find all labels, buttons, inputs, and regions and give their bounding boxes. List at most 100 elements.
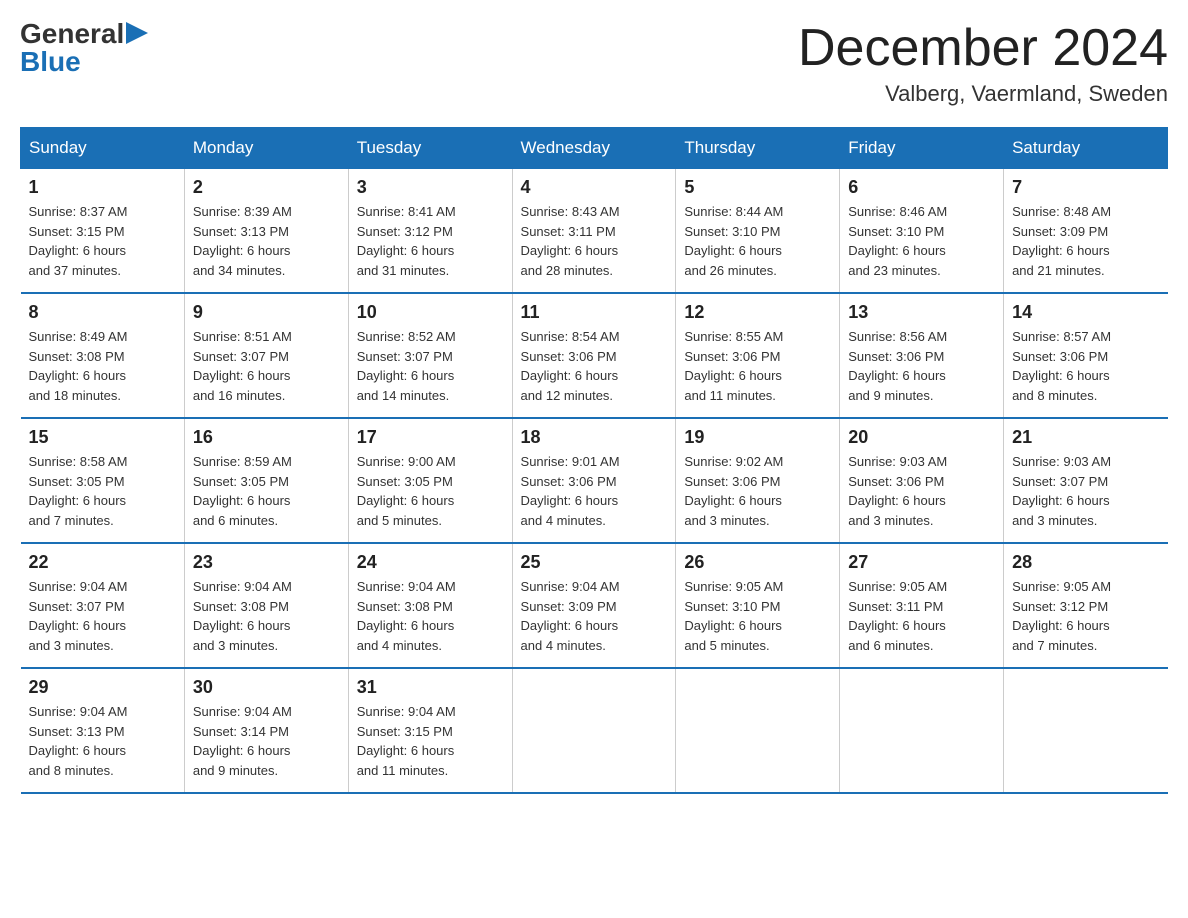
day-number: 23 (193, 552, 340, 573)
day-info: Sunrise: 8:44 AMSunset: 3:10 PMDaylight:… (684, 202, 831, 280)
calendar-week-row: 8 Sunrise: 8:49 AMSunset: 3:08 PMDaylight… (21, 293, 1168, 418)
calendar-table: Sunday Monday Tuesday Wednesday Thursday… (20, 127, 1168, 794)
day-number: 21 (1012, 427, 1159, 448)
table-row: 23 Sunrise: 9:04 AMSunset: 3:08 PMDayligh… (184, 543, 348, 668)
page-header: General Blue December 2024 Valberg, Vaer… (20, 20, 1168, 107)
day-info: Sunrise: 8:37 AMSunset: 3:15 PMDaylight:… (29, 202, 176, 280)
table-row: 19 Sunrise: 9:02 AMSunset: 3:06 PMDayligh… (676, 418, 840, 543)
day-number: 2 (193, 177, 340, 198)
table-row: 13Sunrise: 8:56 AMSunset: 3:06 PMDayligh… (840, 293, 1004, 418)
day-info: Sunrise: 9:00 AMSunset: 3:05 PMDaylight:… (357, 452, 504, 530)
day-info: Sunrise: 9:05 AMSunset: 3:10 PMDaylight:… (684, 577, 831, 655)
table-row: 14 Sunrise: 8:57 AMSunset: 3:06 PMDayligh… (1004, 293, 1168, 418)
table-row: 15 Sunrise: 8:58 AMSunset: 3:05 PMDayligh… (21, 418, 185, 543)
logo-blue-text: Blue (20, 48, 81, 76)
table-row: 21 Sunrise: 9:03 AMSunset: 3:07 PMDayligh… (1004, 418, 1168, 543)
table-row: 11Sunrise: 8:54 AMSunset: 3:06 PMDayligh… (512, 293, 676, 418)
table-row: 25 Sunrise: 9:04 AMSunset: 3:09 PMDayligh… (512, 543, 676, 668)
day-number: 4 (521, 177, 668, 198)
day-info: Sunrise: 8:49 AMSunset: 3:08 PMDaylight:… (29, 327, 176, 405)
day-info: Sunrise: 8:43 AMSunset: 3:11 PMDaylight:… (521, 202, 668, 280)
table-row: 31Sunrise: 9:04 AMSunset: 3:15 PMDayligh… (348, 668, 512, 793)
day-number: 28 (1012, 552, 1159, 573)
table-row: 26 Sunrise: 9:05 AMSunset: 3:10 PMDayligh… (676, 543, 840, 668)
day-number: 10 (357, 302, 504, 323)
day-info: Sunrise: 8:59 AMSunset: 3:05 PMDaylight:… (193, 452, 340, 530)
day-number: 11 (521, 302, 668, 323)
table-row (840, 668, 1004, 793)
col-thursday: Thursday (676, 128, 840, 169)
day-info: Sunrise: 8:39 AMSunset: 3:13 PMDaylight:… (193, 202, 340, 280)
day-number: 8 (29, 302, 176, 323)
day-number: 20 (848, 427, 995, 448)
calendar-week-row: 15 Sunrise: 8:58 AMSunset: 3:05 PMDayligh… (21, 418, 1168, 543)
col-wednesday: Wednesday (512, 128, 676, 169)
logo-triangle-icon (126, 22, 148, 44)
calendar-week-row: 1 Sunrise: 8:37 AMSunset: 3:15 PMDaylight… (21, 169, 1168, 294)
day-info: Sunrise: 9:03 AMSunset: 3:07 PMDaylight:… (1012, 452, 1159, 530)
table-row: 30 Sunrise: 9:04 AMSunset: 3:14 PMDayligh… (184, 668, 348, 793)
col-friday: Friday (840, 128, 1004, 169)
day-number: 25 (521, 552, 668, 573)
day-info: Sunrise: 9:04 AMSunset: 3:08 PMDaylight:… (193, 577, 340, 655)
day-number: 29 (29, 677, 176, 698)
table-row: 24 Sunrise: 9:04 AMSunset: 3:08 PMDayligh… (348, 543, 512, 668)
day-info: Sunrise: 9:04 AMSunset: 3:13 PMDaylight:… (29, 702, 176, 780)
day-number: 26 (684, 552, 831, 573)
day-info: Sunrise: 9:03 AMSunset: 3:06 PMDaylight:… (848, 452, 995, 530)
day-number: 18 (521, 427, 668, 448)
day-info: Sunrise: 9:01 AMSunset: 3:06 PMDaylight:… (521, 452, 668, 530)
day-info: Sunrise: 9:04 AMSunset: 3:14 PMDaylight:… (193, 702, 340, 780)
table-row: 22Sunrise: 9:04 AMSunset: 3:07 PMDayligh… (21, 543, 185, 668)
day-number: 6 (848, 177, 995, 198)
location-subtitle: Valberg, Vaermland, Sweden (798, 81, 1168, 107)
month-title: December 2024 (798, 20, 1168, 77)
day-info: Sunrise: 8:48 AMSunset: 3:09 PMDaylight:… (1012, 202, 1159, 280)
table-row: 28 Sunrise: 9:05 AMSunset: 3:12 PMDayligh… (1004, 543, 1168, 668)
table-row: 27Sunrise: 9:05 AMSunset: 3:11 PMDayligh… (840, 543, 1004, 668)
table-row: 10 Sunrise: 8:52 AMSunset: 3:07 PMDayligh… (348, 293, 512, 418)
day-number: 5 (684, 177, 831, 198)
day-number: 1 (29, 177, 176, 198)
calendar-header-row: Sunday Monday Tuesday Wednesday Thursday… (21, 128, 1168, 169)
table-row: 3Sunrise: 8:41 AMSunset: 3:12 PMDaylight… (348, 169, 512, 294)
day-info: Sunrise: 8:58 AMSunset: 3:05 PMDaylight:… (29, 452, 176, 530)
day-number: 31 (357, 677, 504, 698)
day-info: Sunrise: 8:57 AMSunset: 3:06 PMDaylight:… (1012, 327, 1159, 405)
table-row: 17 Sunrise: 9:00 AMSunset: 3:05 PMDayligh… (348, 418, 512, 543)
day-number: 12 (684, 302, 831, 323)
day-info: Sunrise: 9:04 AMSunset: 3:09 PMDaylight:… (521, 577, 668, 655)
table-row: 7 Sunrise: 8:48 AMSunset: 3:09 PMDaylight… (1004, 169, 1168, 294)
calendar-week-row: 29 Sunrise: 9:04 AMSunset: 3:13 PMDayligh… (21, 668, 1168, 793)
col-saturday: Saturday (1004, 128, 1168, 169)
day-info: Sunrise: 8:46 AMSunset: 3:10 PMDaylight:… (848, 202, 995, 280)
table-row: 8 Sunrise: 8:49 AMSunset: 3:08 PMDaylight… (21, 293, 185, 418)
day-number: 30 (193, 677, 340, 698)
day-number: 7 (1012, 177, 1159, 198)
table-row: 12Sunrise: 8:55 AMSunset: 3:06 PMDayligh… (676, 293, 840, 418)
day-number: 19 (684, 427, 831, 448)
table-row (676, 668, 840, 793)
col-monday: Monday (184, 128, 348, 169)
table-row (1004, 668, 1168, 793)
table-row: 4 Sunrise: 8:43 AMSunset: 3:11 PMDaylight… (512, 169, 676, 294)
day-info: Sunrise: 8:52 AMSunset: 3:07 PMDaylight:… (357, 327, 504, 405)
logo-general-text: General (20, 20, 124, 48)
col-sunday: Sunday (21, 128, 185, 169)
title-block: December 2024 Valberg, Vaermland, Sweden (798, 20, 1168, 107)
day-number: 24 (357, 552, 504, 573)
day-number: 9 (193, 302, 340, 323)
day-number: 15 (29, 427, 176, 448)
table-row: 2 Sunrise: 8:39 AMSunset: 3:13 PMDaylight… (184, 169, 348, 294)
table-row: 9Sunrise: 8:51 AMSunset: 3:07 PMDaylight… (184, 293, 348, 418)
day-number: 27 (848, 552, 995, 573)
day-info: Sunrise: 9:04 AMSunset: 3:08 PMDaylight:… (357, 577, 504, 655)
day-number: 17 (357, 427, 504, 448)
table-row: 16Sunrise: 8:59 AMSunset: 3:05 PMDayligh… (184, 418, 348, 543)
day-number: 14 (1012, 302, 1159, 323)
table-row: 6 Sunrise: 8:46 AMSunset: 3:10 PMDaylight… (840, 169, 1004, 294)
day-info: Sunrise: 9:02 AMSunset: 3:06 PMDaylight:… (684, 452, 831, 530)
day-info: Sunrise: 8:56 AMSunset: 3:06 PMDaylight:… (848, 327, 995, 405)
table-row: 29 Sunrise: 9:04 AMSunset: 3:13 PMDayligh… (21, 668, 185, 793)
day-info: Sunrise: 9:05 AMSunset: 3:12 PMDaylight:… (1012, 577, 1159, 655)
